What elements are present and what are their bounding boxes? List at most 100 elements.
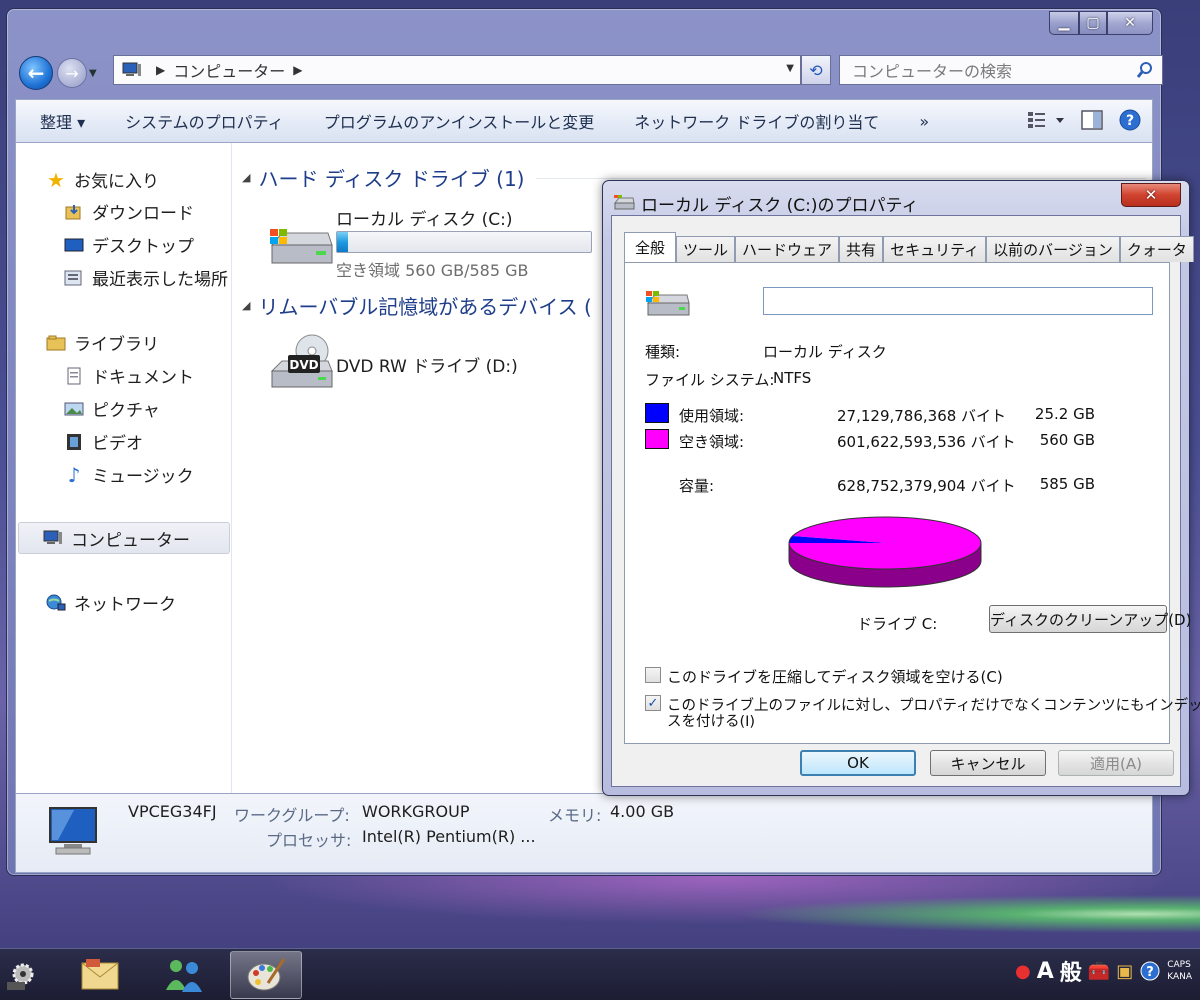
nav-label: デスクトップ [92, 237, 194, 257]
free-space-label: 空き領域: [679, 433, 745, 451]
group-header-removable[interactable]: ◢ リムーバブル記憶域があるデバイス ( [242, 291, 592, 320]
dvd-drive-name[interactable]: DVD RW ドライブ (D:) [336, 352, 518, 377]
nav-label: ネットワーク [74, 595, 176, 615]
disk-cleanup-button[interactable]: ディスクのクリーンアップ(D) [989, 605, 1191, 633]
tab-tools[interactable]: ツール [676, 236, 736, 262]
address-dropdown-icon[interactable]: ▼ [786, 63, 794, 74]
system-properties-button[interactable]: システムのプロパティ [105, 109, 304, 133]
ime-input-mode[interactable]: A [1037, 959, 1054, 984]
computer-name: VPCEG34FJ [128, 802, 217, 821]
ime-conversion-mode[interactable]: 般 [1060, 955, 1082, 987]
local-disk-free-text: 空き領域 560 GB/585 GB [336, 261, 529, 280]
local-disk-usage-bar [336, 231, 592, 253]
index-label-line2[interactable]: スを付ける(I) [667, 710, 755, 731]
change-view-icon[interactable] [1026, 109, 1066, 131]
navigation-bar: ← → ▼ ▶ コンピューター ▶ ▼ ⟲ コンピューターの検索 [19, 55, 1163, 91]
svg-text:?: ? [1126, 113, 1134, 129]
volume-name-input[interactable] [763, 287, 1153, 315]
compress-label[interactable]: このドライブを圧縮してディスク領域を空ける(C) [667, 666, 1003, 687]
usage-fill [337, 232, 348, 252]
hard-drive-icon [646, 291, 690, 316]
nav-network[interactable]: ネットワーク [46, 590, 176, 615]
downloads-folder-icon [64, 202, 84, 222]
recent-pages-dropdown-icon[interactable]: ▼ [89, 68, 103, 79]
keyboard-status: CAPS KANA [1167, 959, 1192, 983]
nav-favorites[interactable]: ★ お気に入り [46, 167, 159, 193]
start-button[interactable] [0, 951, 44, 999]
nav-videos[interactable]: ビデオ [64, 429, 143, 454]
nav-label: ライブラリ [74, 335, 159, 355]
details-pane: VPCEG34FJ ワークグループ: WORKGROUP メモリ: 4.00 G… [15, 793, 1153, 873]
close-button[interactable]: ✕ [1107, 11, 1153, 35]
tab-previous-versions[interactable]: 以前のバージョン [986, 236, 1120, 262]
properties-dialog: ローカル ディスク (C:)のプロパティ ✕ 全般 ツール ハードウェア 共有 … [602, 180, 1200, 796]
cancel-button[interactable]: キャンセル [930, 750, 1046, 776]
index-checkbox[interactable]: ✓ [645, 695, 661, 711]
search-icon[interactable] [1136, 61, 1154, 79]
forward-arrow-icon[interactable]: → [57, 58, 87, 88]
tab-security[interactable]: セキュリティ [883, 236, 987, 262]
free-space-gb: 560 GB [1039, 431, 1095, 449]
dvd-drive-icon[interactable]: DVD [268, 333, 334, 395]
paint-palette-icon [247, 958, 286, 991]
nav-documents[interactable]: ドキュメント [64, 363, 194, 388]
breadcrumb-computer[interactable]: コンピューター [173, 58, 285, 82]
nav-label: ダウンロード [92, 204, 194, 224]
window-controls: ▁ ▢ ✕ [1049, 11, 1153, 35]
contacts-icon [166, 960, 202, 992]
maximize-button[interactable]: ▢ [1079, 11, 1107, 35]
notification-balloon-icon[interactable]: ● [1015, 961, 1031, 982]
breadcrumb-chevron-icon[interactable]: ▶ [156, 63, 165, 77]
dialog-close-button[interactable]: ✕ [1121, 183, 1181, 207]
nav-label: コンピューター [71, 530, 190, 551]
nav-libraries[interactable]: ライブラリ [46, 330, 159, 355]
map-network-drive-button[interactable]: ネットワーク ドライブの割り当て [614, 109, 899, 133]
divider [645, 329, 1149, 330]
uninstall-program-button[interactable]: プログラムのアンインストールと変更 [304, 109, 615, 133]
breadcrumb-chevron-icon[interactable]: ▶ [293, 63, 302, 77]
taskbar-explorer-app[interactable] [230, 951, 302, 999]
address-bar[interactable]: ▶ コンピューター ▶ ▼ [113, 55, 801, 85]
tab-sharing[interactable]: 共有 [839, 236, 884, 262]
nav-computer[interactable]: コンピューター [18, 522, 230, 554]
dvd-label: DVD [289, 358, 318, 372]
more-commands-button[interactable]: » [899, 112, 949, 131]
collapse-triangle-icon[interactable]: ◢ [242, 171, 250, 184]
help-icon[interactable]: ? [1139, 960, 1161, 982]
memory-label: メモリ: [548, 806, 602, 825]
apply-button[interactable]: 適用(A) [1058, 750, 1174, 776]
refresh-icon[interactable]: ⟲ [801, 55, 831, 85]
ime-pad-icon[interactable]: ▣ [1116, 961, 1133, 982]
group-header-hdd[interactable]: ◢ ハード ディスク ドライブ (1) [242, 163, 524, 192]
help-icon[interactable]: ? [1118, 108, 1142, 132]
compress-checkbox[interactable] [645, 667, 661, 683]
nav-pictures[interactable]: ピクチャ [64, 396, 160, 421]
tab-general[interactable]: 全般 [624, 232, 677, 262]
tab-hardware[interactable]: ハードウェア [735, 236, 840, 262]
collapse-triangle-icon[interactable]: ◢ [242, 299, 250, 312]
divider [645, 643, 1149, 644]
organize-menu[interactable]: 整理 ▾ [16, 109, 105, 133]
nav-label: ドキュメント [92, 368, 194, 388]
dialog-body: 全般 ツール ハードウェア 共有 セキュリティ 以前のバージョン クォータ 種類… [611, 215, 1200, 787]
pictures-icon [64, 399, 84, 419]
local-disk-name[interactable]: ローカル ディスク (C:) [336, 205, 512, 230]
toolbar-right: ? [1026, 108, 1142, 132]
computer-icon [122, 62, 141, 76]
nav-desktop[interactable]: デスクトップ [64, 232, 194, 257]
minimize-button[interactable]: ▁ [1049, 11, 1079, 35]
ime-toolbox-icon[interactable]: 🧰 [1088, 961, 1110, 982]
taskbar-messenger-app[interactable] [148, 951, 220, 999]
hard-drive-icon[interactable] [268, 223, 334, 273]
search-box[interactable]: コンピューターの検索 [839, 55, 1163, 85]
taskbar-mail-app[interactable] [64, 951, 136, 999]
video-film-icon [64, 432, 84, 452]
nav-music[interactable]: ♪ ミュージック [64, 462, 194, 488]
preview-pane-icon[interactable] [1080, 109, 1104, 131]
tab-quota[interactable]: クォータ [1119, 236, 1194, 262]
nav-recent-places[interactable]: 最近表示した場所 [64, 265, 228, 290]
desktop-icon [64, 235, 84, 255]
nav-downloads[interactable]: ダウンロード [64, 199, 194, 224]
back-arrow-icon[interactable]: ← [19, 56, 53, 90]
ok-button[interactable]: OK [800, 750, 916, 776]
